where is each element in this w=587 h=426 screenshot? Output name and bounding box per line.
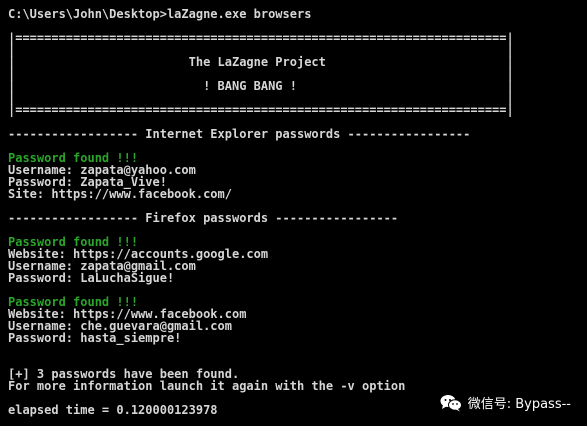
command-prompt-line: C:\Users\John\Desktop>laZagne.exe browse… — [8, 7, 312, 21]
info-line: For more information launch it again wit… — [8, 379, 406, 393]
ie-section-header: ------------------ Internet Explorer pas… — [8, 127, 471, 141]
elapsed-time-line: elapsed time = 0.120000123978 — [8, 403, 218, 417]
credential-password: Password: LaLuchaSigue! — [8, 271, 175, 285]
console-window: C:\Users\John\Desktop>laZagne.exe browse… — [0, 0, 587, 426]
watermark: 微信号: Bypass-- — [440, 393, 571, 412]
firefox-section-header: ------------------ Firefox passwords ---… — [8, 211, 399, 225]
wechat-icon — [440, 394, 462, 412]
watermark-text: 微信号: Bypass-- — [467, 397, 571, 412]
credential-site: Site: https://www.facebook.com/ — [8, 187, 232, 201]
banner-bottom-border: |=======================================… — [8, 103, 514, 117]
credential-password: Password: hasta_siempre! — [8, 331, 182, 345]
